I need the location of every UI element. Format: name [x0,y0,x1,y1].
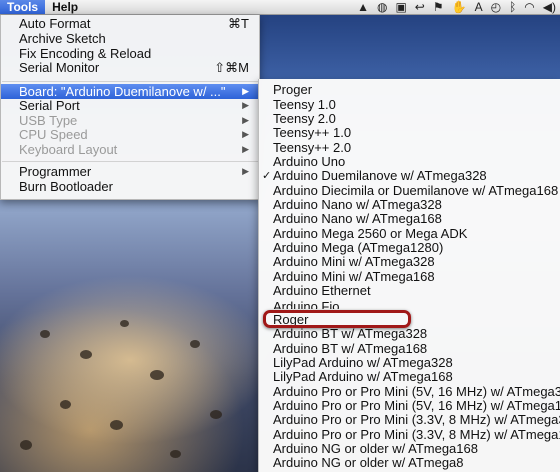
triangle-warning-icon[interactable]: ▲ [357,0,369,14]
menu-item-label: Programmer [19,164,92,179]
speaker-icon[interactable]: ◀) [543,0,556,14]
menu-item-board[interactable]: Board: "Arduino Duemilanove w/ ..." ▶ [1,84,259,99]
board-item[interactable]: Arduino Mega 2560 or Mega ADK [259,227,560,241]
board-item[interactable]: Teensy 2.0 [259,112,560,126]
menu-item-label: Burn Bootloader [19,179,113,194]
submenu-arrow-icon: ▶ [242,166,249,176]
board-item[interactable]: Arduino Pro or Pro Mini (3.3V, 8 MHz) w/… [259,428,560,442]
board-submenu: Proger Teensy 1.0 Teensy 2.0 Teensy++ 1.… [258,79,560,472]
menu-item-burn-bootloader[interactable]: Burn Bootloader [1,179,259,194]
board-item[interactable]: Arduino Pro or Pro Mini (5V, 16 MHz) w/ … [259,399,560,413]
board-item[interactable]: LilyPad Arduino w/ ATmega328 [259,356,560,370]
menu-item-label: USB Type [19,113,78,128]
wallpaper-spot [120,320,129,327]
hand-icon[interactable]: ✋ [452,0,467,14]
board-item[interactable]: Arduino Nano w/ ATmega168 [259,212,560,226]
menu-tools[interactable]: Tools [0,0,46,14]
tools-menu: Auto Format ⌘T Archive Sketch Fix Encodi… [0,15,260,200]
menu-item-usb-type: USB Type ▶ [1,113,259,128]
board-item[interactable]: Arduino Nano w/ ATmega328 [259,198,560,212]
board-item[interactable]: Arduino NG or older w/ ATmega8 [259,456,560,470]
wallpaper-spot [210,410,222,419]
wallpaper-spot [60,400,71,409]
board-item[interactable]: Teensy 1.0 [259,98,560,112]
board-item-selected[interactable]: ✓ Arduino Duemilanove w/ ATmega328 [259,169,560,183]
time-machine-icon[interactable]: ◴ [491,0,501,14]
submenu-arrow-icon: ▶ [242,115,249,125]
wallpaper-spot [150,370,164,380]
menu-item-label: Archive Sketch [19,31,106,46]
board-item[interactable]: LilyPad Arduino w/ ATmega168 [259,370,560,384]
menu-item-label: Serial Monitor [19,60,100,75]
checkmark-icon: ✓ [262,170,272,182]
shortcut-label: ⇧⌘M [214,60,249,75]
bluetooth-icon[interactable]: ᛒ [509,0,516,14]
highlight-callout [263,310,411,328]
wifi-icon[interactable]: ◠ [524,0,534,14]
board-item[interactable]: Arduino BT w/ ATmega328 [259,327,560,341]
board-item[interactable]: Arduino Ethernet [259,284,560,298]
menu-item-label: Board: "Arduino Duemilanove w/ ..." [19,84,226,99]
submenu-arrow-icon: ▶ [242,100,249,110]
board-item[interactable]: Arduino Mini w/ ATmega328 [259,255,560,269]
menu-item-label: Keyboard Layout [19,142,118,157]
wallpaper-spot [190,340,200,348]
wallpaper-spot [80,350,92,359]
menu-help[interactable]: Help [45,0,85,14]
wallpaper-spot [20,440,32,450]
board-item[interactable]: Arduino Uno [259,155,560,169]
menu-item-serial-port[interactable]: Serial Port ▶ [1,98,259,113]
menu-item-keyboard-layout: Keyboard Layout ▶ [1,142,259,157]
board-item[interactable]: Arduino BT w/ ATmega168 [259,342,560,356]
board-item[interactable]: Arduino Pro or Pro Mini (3.3V, 8 MHz) w/… [259,413,560,427]
board-item[interactable]: Arduino NG or older w/ ATmega168 [259,442,560,456]
menu-item-label: Serial Port [19,98,80,113]
menu-bar: Tools Help ▲ ◍ ▣ ↩ ⚑ ✋ A ◴ ᛒ ◠ ◀) [0,0,560,15]
menu-separator [2,81,258,82]
keyboard-input-icon[interactable]: A [475,0,483,14]
wallpaper-spot [110,420,123,430]
menu-separator [2,161,258,162]
board-item[interactable]: Arduino Mega (ATmega1280) [259,241,560,255]
menu-item-fix-encoding[interactable]: Fix Encoding & Reload [1,46,259,61]
board-item[interactable]: Arduino Mini w/ ATmega168 [259,270,560,284]
menu-item-serial-monitor[interactable]: Serial Monitor ⇧⌘M [1,60,259,75]
menu-item-label: Auto Format [19,16,91,31]
submenu-arrow-icon: ▶ [242,144,249,154]
menu-item-label: CPU Speed [19,127,88,142]
board-item[interactable]: Teensy++ 2.0 [259,141,560,155]
shortcut-label: ⌘T [228,16,249,31]
submenu-arrow-icon: ▶ [242,86,249,96]
board-item[interactable]: Proger [259,83,560,97]
submenu-arrow-icon: ▶ [242,129,249,139]
flag-icon[interactable]: ⚑ [433,0,444,14]
globe-icon[interactable]: ◍ [377,0,387,14]
menu-item-archive-sketch[interactable]: Archive Sketch [1,31,259,46]
menu-item-auto-format[interactable]: Auto Format ⌘T [1,16,259,31]
back-icon[interactable]: ↩ [415,0,425,14]
wallpaper-spot [40,330,50,338]
board-item[interactable]: Arduino Pro or Pro Mini (5V, 16 MHz) w/ … [259,385,560,399]
board-item-label: Arduino Duemilanove w/ ATmega328 [273,168,487,183]
menu-item-cpu-speed: CPU Speed ▶ [1,127,259,142]
board-item[interactable]: Arduino Fio [259,300,560,309]
status-icons: ▲ ◍ ▣ ↩ ⚑ ✋ A ◴ ᛒ ◠ ◀) [357,0,556,14]
wallpaper-spot [170,450,181,458]
board-item[interactable]: Teensy++ 1.0 [259,126,560,140]
menu-item-programmer[interactable]: Programmer ▶ [1,164,259,179]
screen-sharing-icon[interactable]: ▣ [395,0,406,14]
menu-item-label: Fix Encoding & Reload [19,46,152,61]
board-item[interactable]: Arduino Diecimila or Duemilanove w/ ATme… [259,184,560,198]
